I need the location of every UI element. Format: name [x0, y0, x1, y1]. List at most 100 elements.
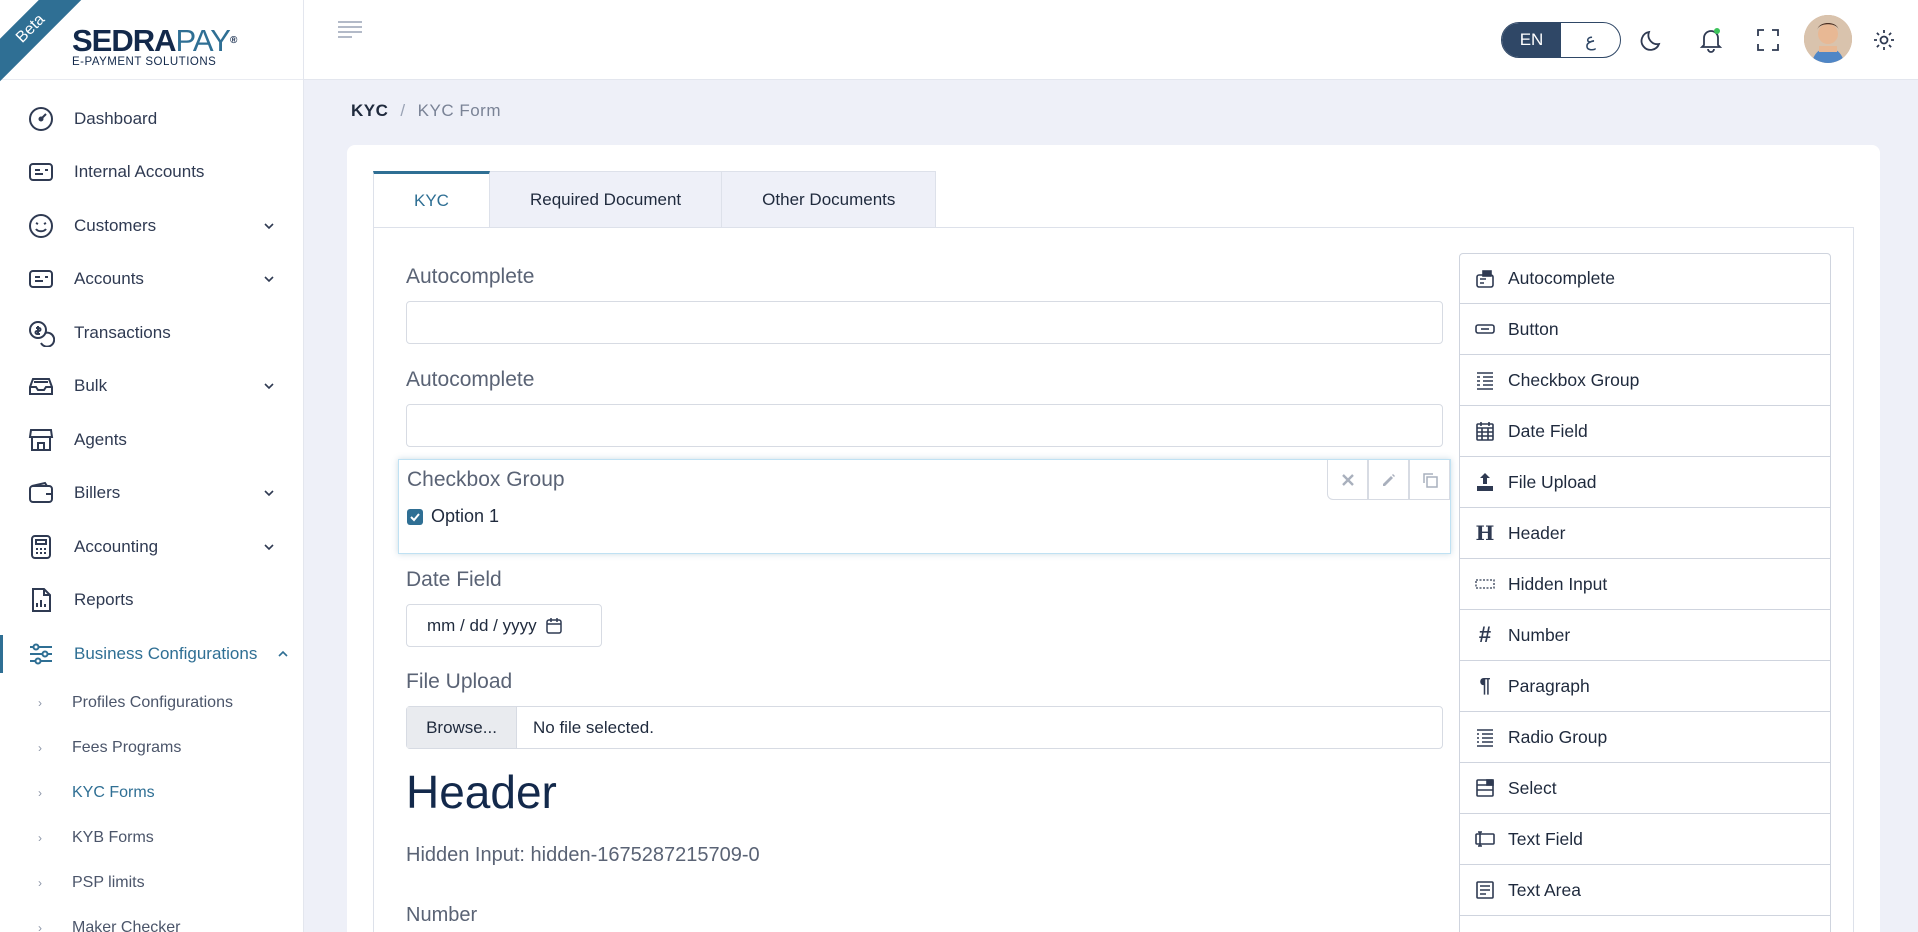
topbar: EN ع [304, 0, 1918, 80]
sidebar-item-label: Customers [74, 215, 157, 235]
form-header: Header [406, 766, 557, 818]
sidebar-item-reports[interactable]: Reports [0, 574, 303, 628]
remove-field-button[interactable] [1327, 460, 1368, 500]
breadcrumb: KYC / KYC Form [351, 101, 501, 121]
chevron-down-icon [264, 544, 274, 550]
date-field-input[interactable]: mm / dd / yyyy [406, 604, 602, 647]
sidebar-item-transactions[interactable]: Transactions [0, 306, 303, 360]
sidebar-item-customers[interactable]: Customers [0, 199, 303, 253]
control-label: Radio Group [1508, 726, 1608, 747]
sidebar: Beta SEDRAPAY® E-PAYMENT SOLUTIONS Dashb… [0, 0, 304, 932]
language-toggle[interactable]: EN ع [1501, 22, 1621, 58]
browse-button[interactable]: Browse... [407, 707, 517, 748]
control-date-field[interactable]: Date Field [1459, 406, 1831, 457]
control-paragraph[interactable]: ¶ Paragraph [1459, 661, 1831, 712]
tab-required-document[interactable]: Required Document [489, 171, 723, 228]
autocomplete-input[interactable] [406, 301, 1443, 344]
tab-bar: KYC Required Document Other Documents [373, 171, 937, 228]
tab-other-documents[interactable]: Other Documents [722, 171, 937, 228]
sidebar-subitem-label: PSP limits [72, 874, 145, 891]
control-hidden-input[interactable]: Hidden Input [1459, 559, 1831, 610]
chevron-right-icon: › [38, 786, 42, 800]
bell-icon[interactable] [1697, 26, 1725, 54]
control-autocomplete[interactable]: Autocomplete [1459, 253, 1831, 304]
sidebar-item-dashboard[interactable]: Dashboard [0, 92, 303, 146]
control-header[interactable]: H Header [1459, 508, 1831, 559]
lang-ar-option[interactable]: ع [1561, 23, 1620, 57]
date-field-label: Date Field [406, 568, 502, 591]
logo[interactable]: SEDRAPAY® E-PAYMENT SOLUTIONS [72, 23, 237, 68]
text-field-icon [1474, 828, 1496, 850]
control-checkbox-group[interactable]: Checkbox Group [1459, 355, 1831, 406]
edit-field-button[interactable] [1368, 460, 1409, 500]
sidebar-item-internal-accounts[interactable]: Internal Accounts [0, 146, 303, 200]
sidebar-subitem-kyb-forms[interactable]: › KYB Forms [0, 816, 303, 861]
sidebar-item-label: Accounting [74, 536, 159, 556]
sidebar-nav: Dashboard Internal Accounts Customers Ac… [0, 80, 303, 932]
controls-list: Autocomplete Button Checkbox Group Date … [1459, 253, 1831, 932]
report-icon [26, 585, 56, 615]
checkbox-checked-icon[interactable] [407, 508, 423, 525]
control-label: Header [1508, 522, 1566, 543]
header-icon: H [1475, 521, 1495, 545]
copy-field-button[interactable] [1409, 460, 1450, 500]
control-radio-group[interactable]: Radio Group [1459, 712, 1831, 763]
sidebar-subitem-psp-limits[interactable]: › PSP limits [0, 861, 303, 906]
sidebar-item-label: Accounts [74, 269, 144, 289]
control-button[interactable]: Button [1459, 304, 1831, 355]
control-file-upload[interactable]: File Upload [1459, 457, 1831, 508]
gear-icon[interactable] [1872, 28, 1896, 52]
calendar-icon[interactable] [545, 617, 563, 635]
autocomplete-input[interactable] [406, 404, 1443, 447]
control-label: Button [1508, 318, 1559, 339]
sidebar-item-bulk[interactable]: Bulk [0, 360, 303, 414]
avatar[interactable] [1804, 15, 1852, 63]
menu-icon[interactable] [336, 18, 364, 42]
checkbox-group-field[interactable]: Checkbox Group Option 1 [398, 459, 1451, 554]
chevron-right-icon: › [38, 696, 42, 710]
sidebar-item-billers[interactable]: Billers [0, 467, 303, 521]
control-label: Select [1508, 777, 1557, 798]
checkbox-option[interactable]: Option 1 [407, 506, 499, 527]
file-status: No file selected. [533, 717, 654, 737]
sidebar-item-accounts[interactable]: Accounts [0, 253, 303, 307]
control-select[interactable]: Select [1459, 763, 1831, 814]
chevron-down-icon [264, 383, 274, 390]
control-text-area[interactable]: Text Area [1459, 865, 1831, 916]
chevron-right-icon: › [38, 831, 42, 845]
text-area-icon [1474, 879, 1496, 901]
breadcrumb-separator: / [400, 101, 406, 120]
sidebar-item-label: Dashboard [74, 108, 158, 128]
calendar-icon [1474, 420, 1496, 442]
tab-panel: Autocomplete Autocomplete Checkbox Group… [373, 227, 1854, 932]
control-text-field[interactable]: Text Field [1459, 814, 1831, 865]
sidebar-subitem-profiles-configurations[interactable]: › Profiles Configurations [0, 681, 303, 726]
number-label: Number [406, 904, 478, 926]
file-upload-input[interactable]: Browse... No file selected. [406, 706, 1443, 749]
store-icon [26, 425, 56, 455]
moon-icon[interactable] [1639, 26, 1667, 54]
sidebar-subitem-kyc-forms[interactable]: › KYC Forms [0, 771, 303, 816]
breadcrumb-current: KYC Form [417, 101, 501, 120]
tab-kyc[interactable]: KYC [373, 171, 490, 228]
coins-icon [26, 318, 56, 348]
sidebar-item-accounting[interactable]: Accounting [0, 520, 303, 574]
lang-en-option[interactable]: EN [1502, 23, 1561, 57]
fullscreen-icon[interactable] [1754, 26, 1782, 54]
sidebar-item-label: Billers [74, 483, 121, 503]
control-partial[interactable] [1459, 916, 1831, 932]
breadcrumb-root[interactable]: KYC [351, 101, 388, 120]
sidebar-item-agents[interactable]: Agents [0, 413, 303, 467]
sidebar-item-label: Bulk [74, 376, 108, 396]
sidebar-item-business-configurations[interactable]: Business Configurations [0, 627, 303, 681]
sidebar-subitem-label: KYB Forms [72, 829, 154, 846]
control-label: Text Area [1508, 879, 1581, 900]
brand-name-part2: PAY [175, 23, 231, 58]
control-label: File Upload [1508, 471, 1597, 492]
wallet-icon [26, 478, 56, 508]
sidebar-subitem-fees-programs[interactable]: › Fees Programs [0, 726, 303, 771]
control-number[interactable]: # Number [1459, 610, 1831, 661]
control-label: Paragraph [1508, 675, 1590, 696]
hidden-input-text: Hidden Input: hidden-1675287215709-0 [406, 844, 760, 866]
sidebar-subitem-maker-checker[interactable]: › Maker Checker [0, 906, 303, 932]
